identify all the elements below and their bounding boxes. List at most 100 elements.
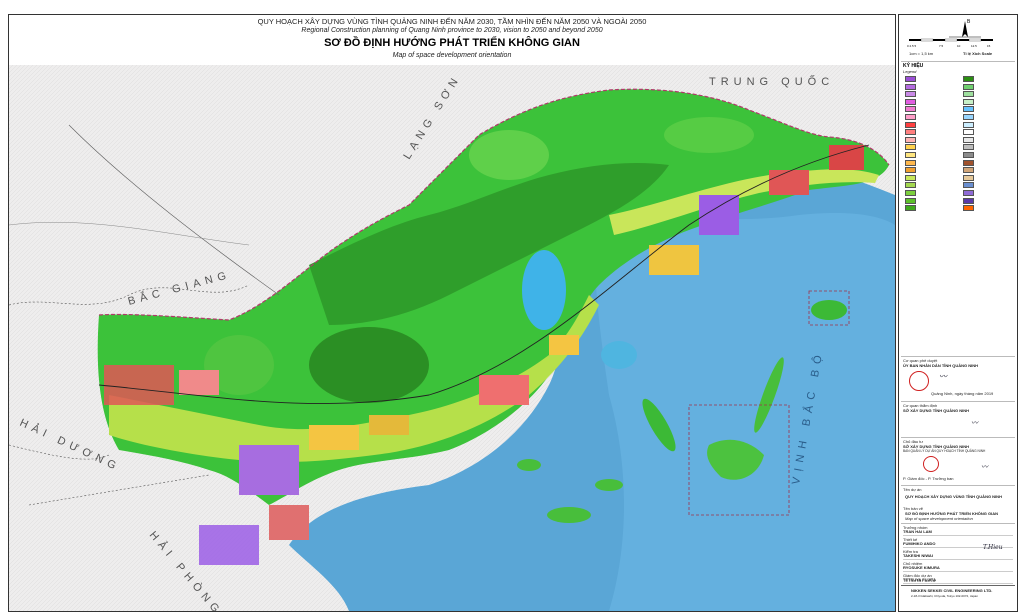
company-name: NIKKEN SEKKEI CIVIL ENGINEERING LTD. [911,588,993,593]
appraisal-org: SỞ XÂY DỰNG TỈNH QUẢNG NINH [903,408,969,413]
svg-text:15: 15 [987,44,991,48]
legend-item [905,83,1013,90]
legend-item [905,121,1013,128]
legend-item [905,106,1013,113]
svg-text:B: B [967,19,971,25]
company-block: NIKKEN SEKKEI CIVIL ENGINEERING LTD. 2-1… [901,578,1015,610]
legend-item [905,167,1013,174]
legend-swatch [905,83,916,90]
staff-name: TAKESHI NIWAI [903,553,933,558]
label-trung-quoc: TRUNG QUỐC [709,74,834,88]
legend-item [905,205,1013,212]
legend-swatch [963,76,974,82]
legend-swatch [963,106,974,113]
appraisal-section: Cơ quan thẩm định SỞ XÂY DỰNG TỈNH QUẢNG… [901,401,1015,438]
svg-text:12.5: 12.5 [971,44,977,48]
legend-swatch [963,159,974,166]
legend-swatch [963,197,974,204]
legend-item [905,182,1013,189]
signature: 〰 [971,419,978,427]
main-title-en: Map of space development orientation [392,52,512,59]
legend-swatch [905,205,916,212]
map-sheet: QUY HOẠCH XÂY DỰNG VÙNG TỈNH QUẢNG NINH … [0,0,1024,616]
staff-row: Trưởng nhóm TRAN HAI LAM [903,524,1013,536]
legend-item [905,144,1013,151]
project-head: Tên dự án [903,487,922,492]
legend-item [905,76,1013,82]
staff-row: Chủ nhiệm RYOSUKE KIMURA [903,560,1013,572]
approval-section: Cơ quan phê duyệt ỦY BAN NHÂN DÂN TỈNH Q… [901,356,1015,402]
legend-item [905,197,1013,204]
legend-swatch [905,182,916,189]
investor-role: P. Giám đốc - P. Trưởng ban [903,476,954,481]
approval-org: ỦY BAN NHÂN DÂN TỈNH QUẢNG NINH [903,363,979,368]
stamp-icon [909,371,929,391]
approval-date: Quảng Ninh, ngày tháng năm 2019 [931,391,994,396]
svg-text:10: 10 [957,44,961,48]
legend-swatch [963,98,974,105]
scale-text: Tỉ lệ Xích Scale [963,51,993,56]
staff-table: Trưởng nhóm TRAN HAI LAM Thiết kế FUMIHIKO … [901,523,1015,586]
investor-sub: BAN QUẢN LÝ DỰ ÁN QUY HOẠCH TỈNH QUẢNG N… [903,449,986,453]
planning-map: LẠNG SƠN TRUNG QUỐC BẮC GIANG HẢI DƯƠNG … [9,65,895,611]
company-address: 2-18-3 Iidabashi, Chiyoda, Tokyo 102-007… [911,594,978,598]
legend-swatch [905,129,916,136]
legend-swatch [905,91,916,98]
legend-item [905,98,1013,105]
legend-title-en: Legend [903,69,917,74]
staff-name: TRAN HAI LAM [903,529,932,534]
legend-item [905,129,1013,136]
legend-swatch [963,121,974,128]
legend-swatch [905,114,916,120]
legend-swatch [963,129,974,136]
legend-item [905,190,1013,196]
legend-swatch [963,114,974,120]
investor-section: Chủ đầu tư SỞ XÂY DỰNG TỈNH QUẢNG NINH B… [901,437,1015,486]
legend-swatch [905,159,916,166]
legend-swatch [963,91,974,98]
title-block: QUY HOẠCH XÂY DỰNG VÙNG TỈNH QUẢNG NINH … [9,15,895,66]
legend-swatch [905,136,916,143]
scale-unit: 1cm = 1,5 km [909,51,934,56]
legend-swatch [963,205,974,212]
legend-swatch [963,190,974,196]
legend-swatch [963,152,974,158]
legend-swatch [963,136,974,143]
signature: 〰 [939,372,947,381]
legend-swatch [905,106,916,113]
signature: T.Hieu [983,544,1003,551]
svg-text:7.5: 7.5 [939,44,944,48]
legend-swatch [963,167,974,174]
project-section: Tên dự án QUY HOẠCH XÂY DỰNG VÙNG TỈNH Q… [901,485,1015,524]
legend-swatch [963,83,974,90]
legend-swatch [905,121,916,128]
legend-swatch [905,152,916,158]
legend-swatch [905,190,916,196]
legend-swatch [905,167,916,174]
staff-name: RYOSUKE KIMURA [903,565,940,570]
legend-swatch [963,144,974,151]
drawing-name-en: Map of space development orientation [905,516,973,521]
legend-swatch [905,76,916,82]
legend-item [905,159,1013,166]
main-title: SƠ ĐỒ ĐỊNH HƯỚNG PHÁT TRIỂN KHÔNG GIAN [324,37,580,49]
legend-swatch [963,182,974,189]
legend-swatch [905,174,916,181]
staff-list: Trưởng nhóm TRAN HAI LAM Thiết kế FUMIHIKO … [901,524,1015,584]
map-frame: QUY HOẠCH XÂY DỰNG VÙNG TỈNH QUẢNG NINH … [8,14,896,612]
legend-swatch [905,144,916,151]
north-arrow-block: B 0 2.5 5 7.5 10 12.5 15 1cm = 1,5 km Tỉ… [901,17,1013,61]
legend-item [905,91,1013,98]
title-vn-line: QUY HOẠCH XÂY DỰNG VÙNG TỈNH QUẢNG NINH … [257,17,647,26]
legend-item [905,174,1013,181]
legend-swatch [905,197,916,204]
legend-swatch [963,174,974,181]
legend-item [905,152,1013,158]
legend: KÝ HIỆU Legend [901,61,1015,357]
staff-name: FUMIHIKO ANDO [903,541,936,546]
project-name: QUY HOẠCH XÂY DỰNG VÙNG TỈNH QUẢNG NINH [905,494,1002,499]
legend-list [901,76,1015,356]
stamp-icon [923,456,939,472]
legend-item [905,114,1013,120]
legend-swatch [905,98,916,105]
